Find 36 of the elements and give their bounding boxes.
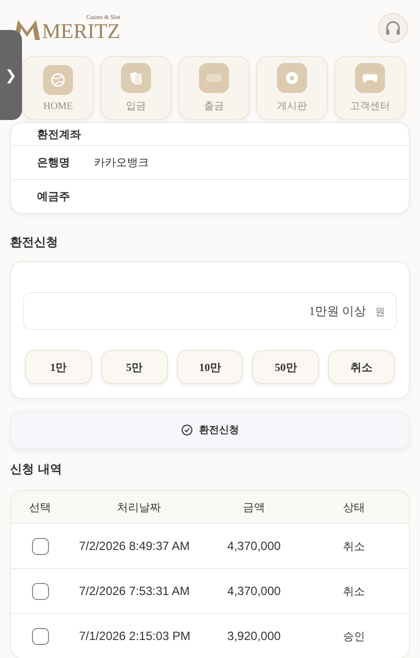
amount-button[interactable]: 취소 xyxy=(328,350,395,384)
table-cell-text: 7/1/2026 2:15:03 PM xyxy=(78,629,192,643)
checkbox[interactable] xyxy=(32,538,48,554)
checkbox[interactable] xyxy=(32,582,48,600)
submit-button[interactable]: 환전신청 xyxy=(10,411,410,449)
amount-button[interactable]: 5만 xyxy=(100,350,168,384)
amount-button[interactable]: 1만 xyxy=(25,350,92,384)
amount-button[interactable]: 10만 xyxy=(176,350,244,384)
table-cell-text: 4,370,000 xyxy=(226,584,282,598)
table-cell-text: 취소 xyxy=(342,584,366,598)
account-title: 환전계좌 xyxy=(37,126,81,142)
ball-icon xyxy=(283,69,301,87)
section-heading: 신청 내역 xyxy=(10,461,64,478)
globe-icon xyxy=(49,70,67,88)
table-cell-text: 취소 xyxy=(342,538,366,554)
unit-label: 원 xyxy=(375,306,385,319)
section-heading: 환전신청 xyxy=(10,234,59,251)
table-cell-text: 7/2/2026 7:53:31 AM xyxy=(78,584,191,598)
check-circle-icon xyxy=(181,424,193,436)
field-label: 은행명 xyxy=(37,155,70,170)
table-cell-text: 4,370,000 xyxy=(226,539,282,553)
field-value: 카카오뱅크 xyxy=(94,155,149,170)
table-cell-text: 승인 xyxy=(342,628,366,644)
field-label: 예금주 xyxy=(37,189,70,204)
logo-text: MERITZ xyxy=(42,20,120,42)
support-button[interactable] xyxy=(378,13,408,43)
column-header: 상태 xyxy=(342,500,366,514)
headphones-icon xyxy=(384,19,402,37)
checkbox[interactable] xyxy=(32,628,48,644)
table-cell-text: 7/2/2026 8:49:37 AM xyxy=(78,539,191,553)
side-tab[interactable]: ❯ xyxy=(0,30,22,120)
column-header: 선택 xyxy=(28,500,52,514)
column-header: 금액 xyxy=(242,500,266,514)
amount-button[interactable]: 50만 xyxy=(252,350,320,384)
column-header: 처리날짜 xyxy=(116,500,162,514)
table-cell-text: 3,920,000 xyxy=(226,629,282,643)
